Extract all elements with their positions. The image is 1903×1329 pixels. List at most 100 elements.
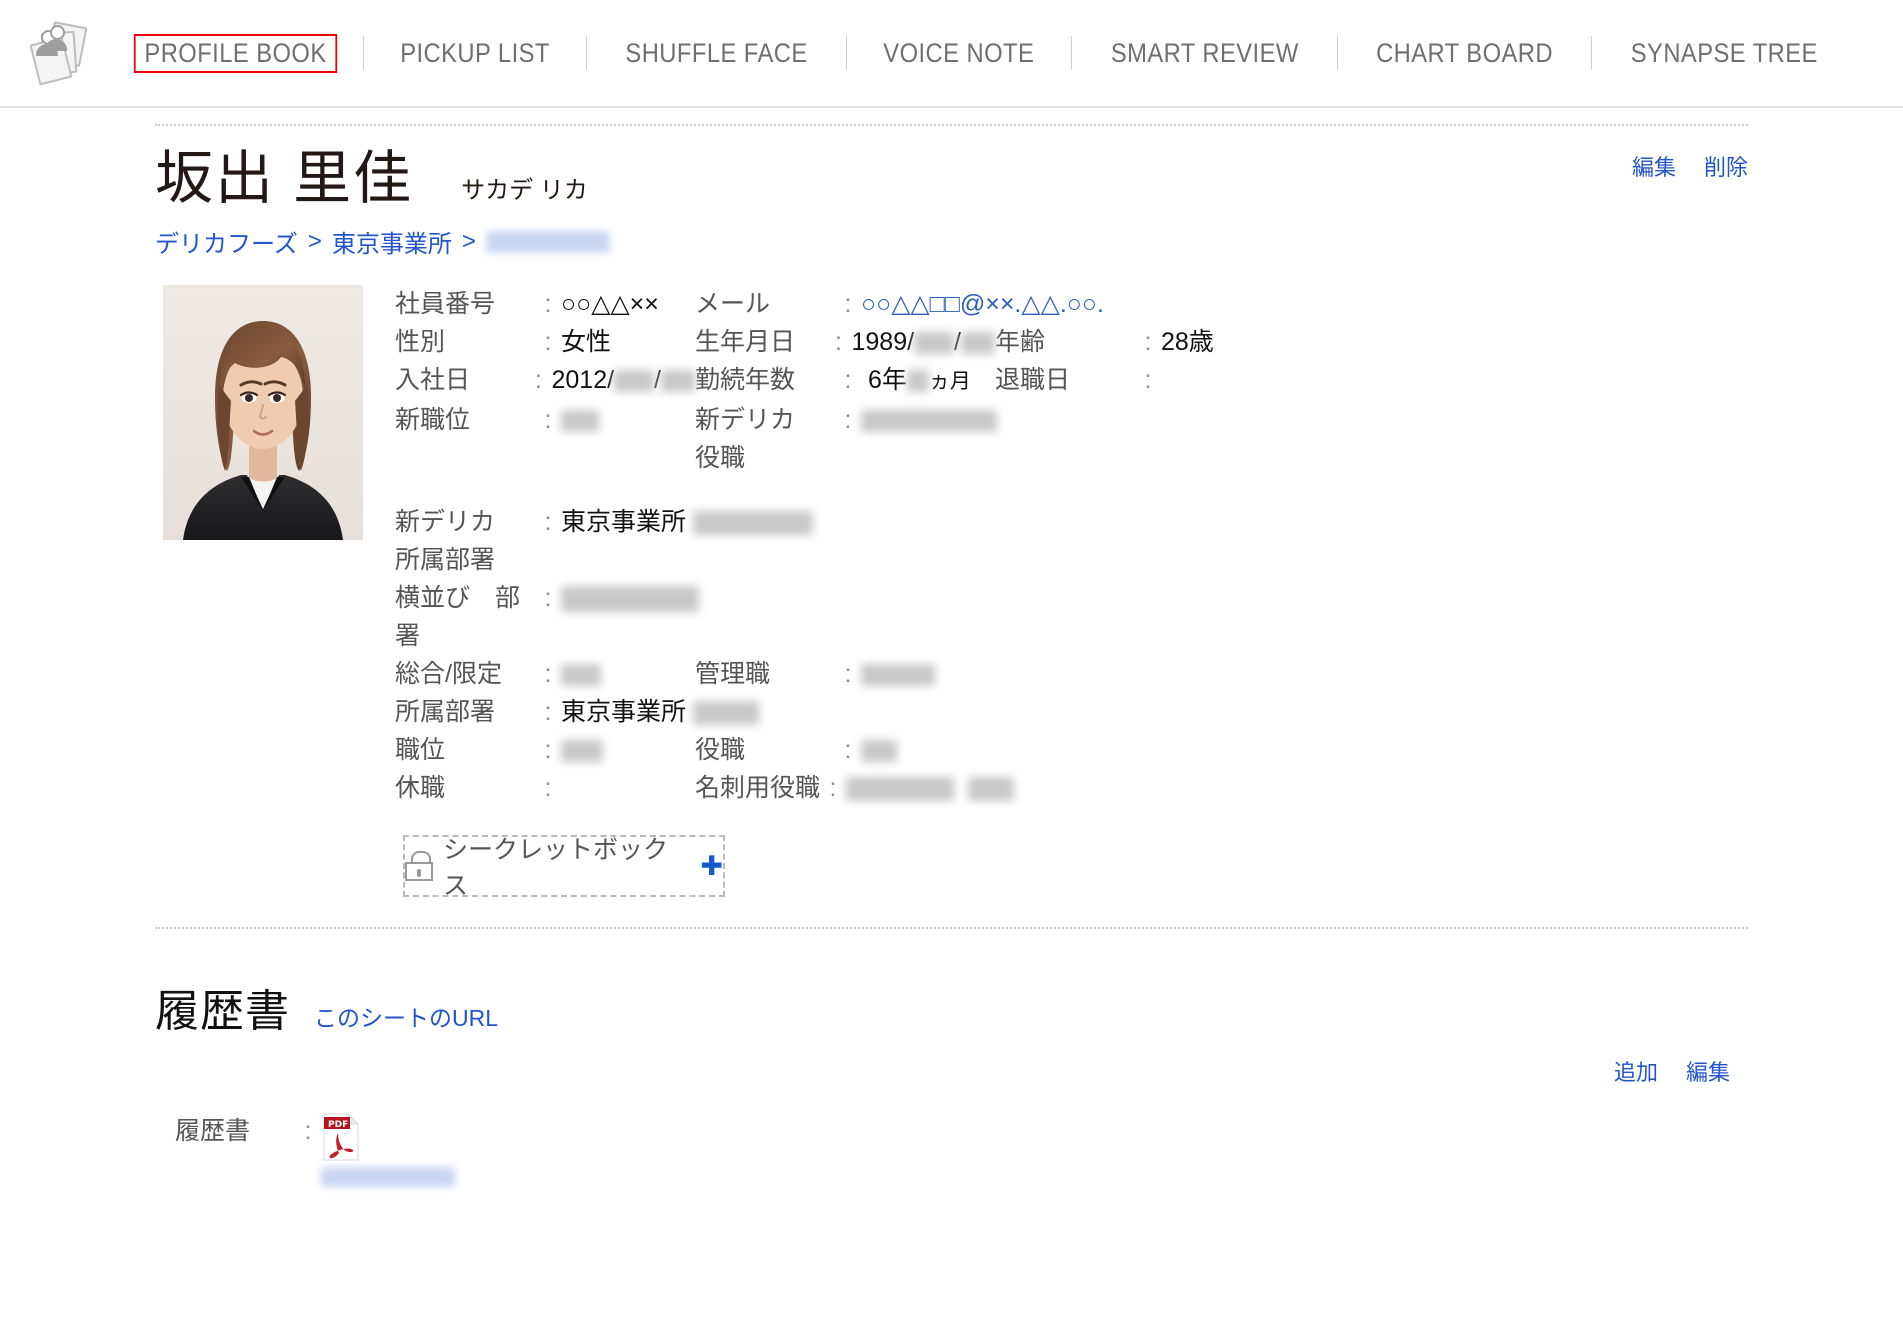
profile-section: 社員番号 : ○○△△×× メール : ○○△△□□@××.△△.○○. 性別 … — [155, 285, 1748, 900]
nav-divider — [1337, 36, 1339, 70]
svg-text:PDF: PDF — [328, 1120, 348, 1130]
field-colon: : — [844, 406, 852, 434]
breadcrumb-item-redacted[interactable] — [485, 230, 610, 253]
field-value-gender: 女性 — [561, 328, 612, 356]
breadcrumb-separator: > — [461, 227, 476, 255]
field-colon: : — [844, 660, 852, 688]
secret-box-button[interactable]: シークレットボックス ✚ — [403, 835, 725, 900]
resume-file-row: 履歴書 : PDF — [175, 1112, 1748, 1187]
field-label-leave-date: 退職日 — [995, 366, 1071, 394]
tenure-suffix: ヵ月 — [928, 370, 971, 393]
section-dotted-divider — [155, 927, 1748, 929]
field-colon: : — [1144, 328, 1152, 356]
field-value-position — [561, 731, 603, 769]
avatar — [163, 285, 363, 540]
field-value-mail[interactable]: ○○△△□□@××.△△.○○. — [861, 285, 1104, 323]
edit-profile-button[interactable]: 編集 — [1632, 150, 1676, 182]
profile-actions: 編集 削除 — [1632, 150, 1748, 208]
new-delica-post-redacted — [861, 410, 997, 433]
join-month-redacted — [614, 370, 655, 393]
label-line-2: 役職 — [695, 444, 746, 472]
field-row: 休職 : 名刺用役職 : — [395, 769, 1748, 807]
title-redacted — [861, 740, 897, 763]
nav-divider — [1591, 36, 1593, 70]
field-value-new-delica-dept: 東京事業所 — [561, 503, 813, 541]
field-colon: : — [544, 328, 552, 356]
delete-profile-button[interactable]: 削除 — [1704, 150, 1748, 182]
field-colon: : — [544, 660, 552, 688]
nav-item-profile-book[interactable]: PROFILE BOOK — [133, 33, 338, 73]
field-colon: : — [844, 366, 852, 394]
profile-header: 坂出 里佳 サカデ リカ 編集 削除 — [155, 126, 1748, 208]
field-label-card-title: 名刺用役職 — [695, 774, 821, 802]
field-label-tenure: 勤続年数 — [695, 366, 796, 394]
dept-office: 東京事業所 — [561, 698, 687, 726]
field-row: 入社日 : 2012// 勤続年数 : 6年 ヵ月 退職日 : — [395, 361, 1748, 401]
nav-divider — [586, 36, 588, 70]
field-value-age: 28歳 — [1161, 328, 1214, 356]
label-line-1: 新デリカ — [395, 508, 496, 536]
resume-header: 履歴書 このシートのURL — [155, 975, 1748, 1039]
sheet-url-link[interactable]: このシートのURL — [314, 999, 498, 1033]
breadcrumb: デリカフーズ > 東京事業所 > — [155, 224, 1748, 259]
field-colon: : — [535, 366, 542, 394]
field-row: 所属部署 : 東京事業所 — [395, 693, 1748, 731]
page-body: 坂出 里佳 サカデ リカ 編集 削除 デリカフーズ > 東京事業所 > 社員番号… — [0, 124, 1903, 1187]
field-colon: : — [544, 508, 552, 536]
field-colon: : — [1144, 366, 1152, 394]
secret-box-label: シークレットボックス — [443, 836, 669, 900]
field-row: 横並び 部 署 : — [395, 579, 1748, 655]
join-day-redacted — [661, 370, 695, 393]
page-title: 坂出 里佳 — [155, 146, 414, 211]
content-container: 坂出 里佳 サカデ リカ 編集 削除 デリカフーズ > 東京事業所 > 社員番号… — [155, 124, 1748, 1187]
field-value-join-date: 2012// — [551, 361, 695, 399]
tenure-years: 6年 — [867, 366, 907, 394]
field-colon: : — [544, 290, 552, 318]
new-position-redacted — [561, 410, 599, 433]
field-value-birthday: 1989// — [851, 323, 995, 361]
field-row: 職位 : 役職 : — [395, 731, 1748, 769]
tenure-months-redacted — [906, 370, 929, 393]
field-label-leave-of-absence: 休職 — [395, 774, 446, 802]
field-row: 総合/限定 : 管理職 : — [395, 655, 1748, 693]
nav-item-smart-review[interactable]: SMART REVIEW — [1088, 34, 1322, 73]
resume-file-name[interactable] — [321, 1167, 455, 1187]
field-value-tenure: 6年 ヵ月 — [861, 361, 971, 401]
breadcrumb-item-company[interactable]: デリカフーズ — [155, 224, 298, 259]
resume-actions: 追加 編集 — [155, 1055, 1748, 1087]
field-colon: : — [829, 774, 837, 802]
add-resume-button[interactable]: 追加 — [1614, 1055, 1658, 1087]
pdf-file-icon[interactable]: PDF — [321, 1112, 361, 1161]
field-row: 性別 : 女性 生年月日 : 1989// 年齢 : 28歳 — [395, 323, 1748, 361]
resume-file-block: PDF — [321, 1112, 455, 1187]
field-label-manager: 管理職 — [695, 660, 771, 688]
field-colon: : — [544, 736, 552, 764]
top-navigation-bar: PROFILE BOOK PICKUP LIST SHUFFLE FACE VO… — [0, 0, 1903, 108]
birthday-month-redacted — [914, 332, 955, 355]
profile-fields: 社員番号 : ○○△△×× メール : ○○△△□□@××.△△.○○. 性別 … — [395, 285, 1748, 900]
resume-title: 履歴書 — [155, 987, 290, 1036]
field-label-new-delica-post: 新デリカ 役職 — [695, 401, 835, 477]
field-label-employee-no: 社員番号 — [395, 290, 496, 318]
card-title-redacted-1 — [846, 777, 955, 802]
breadcrumb-item-office[interactable]: 東京事業所 — [332, 224, 452, 259]
nav-item-chart-board[interactable]: CHART BOARD — [1353, 34, 1576, 73]
name-block: 坂出 里佳 サカデ リカ — [155, 150, 588, 208]
field-colon: : — [544, 406, 552, 434]
edit-resume-button[interactable]: 編集 — [1686, 1055, 1730, 1087]
name-kana: サカデ リカ — [461, 177, 588, 204]
field-row: 新デリカ 所属部署 : 東京事業所 — [395, 503, 1748, 579]
nav-item-shuffle-face[interactable]: SHUFFLE FACE — [603, 34, 831, 73]
field-value-row-dept — [561, 579, 699, 617]
field-colon: : — [544, 774, 552, 802]
field-colon: : — [835, 328, 842, 356]
field-colon: : — [304, 1117, 312, 1145]
field-label-new-delica-dept: 新デリカ 所属部署 — [395, 503, 535, 579]
nav-item-pickup-list[interactable]: PICKUP LIST — [377, 34, 572, 73]
manager-redacted — [861, 664, 935, 687]
nav-item-voice-note[interactable]: VOICE NOTE — [861, 34, 1058, 73]
nav-item-synapse-tree[interactable]: SYNAPSE TREE — [1608, 34, 1841, 73]
field-value-new-delica-post — [861, 401, 997, 439]
field-row: 新職位 : 新デリカ 役職 : — [395, 401, 1748, 477]
field-label-new-position: 新職位 — [395, 406, 471, 434]
